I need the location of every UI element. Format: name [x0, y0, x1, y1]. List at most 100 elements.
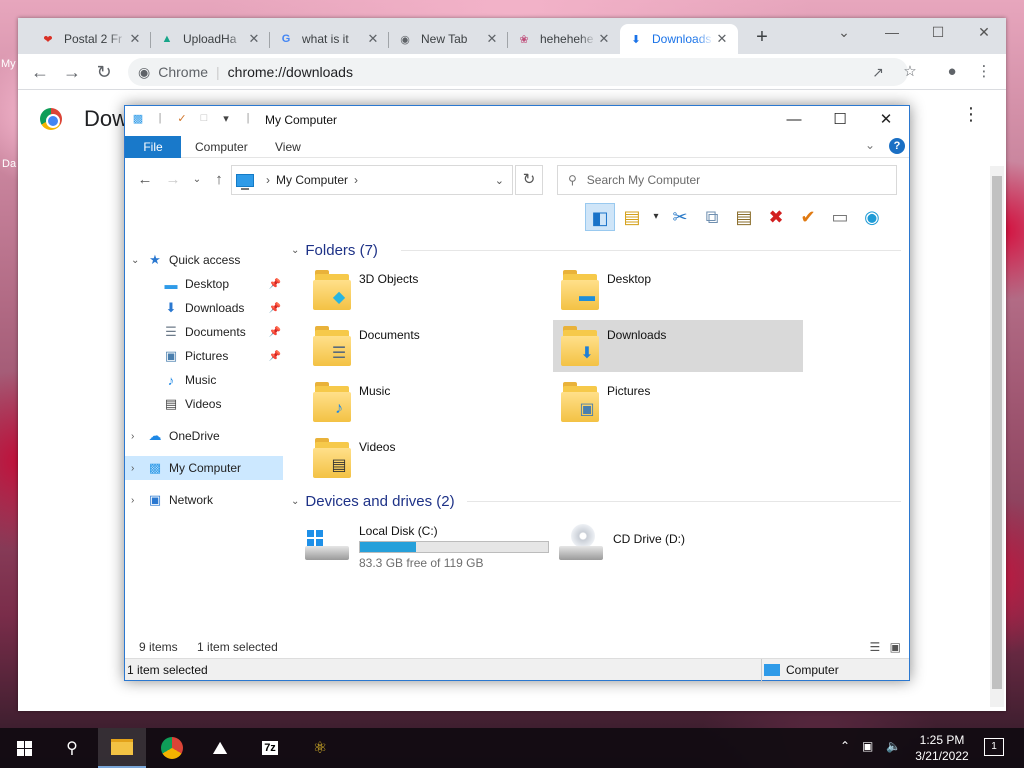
- network-icon[interactable]: ▣: [862, 739, 873, 753]
- back-icon[interactable]: ←: [28, 60, 52, 84]
- desktop-icon-label[interactable]: My: [1, 58, 16, 70]
- nav-pictures[interactable]: ▣ Pictures 📌: [125, 344, 283, 368]
- bookmark-star-icon[interactable]: ☆: [898, 60, 922, 84]
- customize-quick-access-icon[interactable]: ▾: [217, 112, 235, 128]
- drive-cd[interactable]: CD Drive (D:): [559, 524, 685, 564]
- tab-close-icon[interactable]: ✕: [596, 31, 612, 47]
- ribbon-tab-view[interactable]: View: [261, 136, 315, 158]
- new-folder-icon[interactable]: □: [195, 112, 213, 128]
- taskbar-file-explorer[interactable]: [98, 728, 146, 768]
- share-icon[interactable]: ↗: [866, 60, 890, 84]
- folder-music[interactable]: ♪ Music: [305, 376, 555, 428]
- reload-icon[interactable]: ↻: [92, 60, 116, 84]
- nav-quick-access[interactable]: ⌄ ★ Quick access: [125, 248, 283, 272]
- taskbar-game[interactable]: ⚛: [296, 728, 344, 768]
- maximize-button[interactable]: ☐: [817, 106, 863, 134]
- paste-icon[interactable]: ▤: [729, 203, 759, 231]
- expand-chevron-icon[interactable]: ›: [131, 495, 143, 506]
- folder-documents[interactable]: ☰ Documents: [305, 320, 555, 372]
- chrome-menu-icon[interactable]: ⋮: [972, 60, 996, 84]
- scrollbar-thumb[interactable]: [992, 176, 1002, 689]
- search-box[interactable]: ⚲ Search My Computer: [557, 165, 897, 195]
- breadcrumb-chevron-icon[interactable]: ›: [266, 173, 270, 187]
- explorer-titlebar[interactable]: ▩ | ✓ □ ▾ | My Computer — ☐ ✕: [125, 106, 909, 134]
- folder-videos[interactable]: ▤ Videos: [305, 432, 555, 484]
- nav-onedrive[interactable]: › ☁ OneDrive: [125, 424, 283, 448]
- dropdown-icon[interactable]: ▾: [649, 203, 663, 231]
- collapse-chevron-icon[interactable]: ⌄: [291, 245, 299, 256]
- folder-3d-objects[interactable]: ◆ 3D Objects: [305, 264, 555, 316]
- properties-icon[interactable]: ✓: [173, 112, 191, 128]
- address-dropdown-icon[interactable]: ⌄: [495, 174, 504, 187]
- minimize-button[interactable]: —: [771, 106, 817, 134]
- forward-icon[interactable]: →: [163, 170, 183, 190]
- expand-chevron-icon[interactable]: ›: [131, 463, 143, 474]
- tab-close-icon[interactable]: ✕: [127, 31, 143, 47]
- tab-0[interactable]: ❤ Postal 2 Fr ✕: [32, 24, 151, 54]
- volume-icon[interactable]: 🔈: [886, 739, 901, 753]
- pin-icon[interactable]: 📌: [269, 351, 281, 362]
- taskbar-7zip[interactable]: 7z: [246, 728, 294, 768]
- scrollbar[interactable]: [990, 166, 1004, 707]
- pin-icon[interactable]: 📌: [269, 279, 281, 290]
- expand-ribbon-icon[interactable]: ⌄: [865, 138, 875, 152]
- tab-close-icon[interactable]: ✕: [246, 31, 262, 47]
- properties-icon[interactable]: ▤: [617, 203, 647, 231]
- delete-icon[interactable]: ✖: [761, 203, 791, 231]
- start-button[interactable]: [0, 728, 48, 768]
- refresh-icon[interactable]: ↻: [515, 165, 543, 195]
- nav-music[interactable]: ♪ Music: [125, 368, 283, 392]
- collapse-chevron-icon[interactable]: ⌄: [291, 496, 299, 507]
- pin-icon[interactable]: 📌: [269, 303, 281, 314]
- tab-1[interactable]: ▲ UploadHa ✕: [151, 24, 270, 54]
- address-bar[interactable]: › My Computer › ⌄: [231, 165, 513, 195]
- cut-icon[interactable]: ✂: [665, 203, 695, 231]
- tab-close-icon[interactable]: ✕: [714, 31, 730, 47]
- preview-pane-icon[interactable]: ◧: [585, 203, 615, 231]
- omnibox[interactable]: ◉ Chrome | chrome://downloads: [128, 58, 908, 86]
- nav-videos[interactable]: ▤ Videos: [125, 392, 283, 416]
- folder-pictures[interactable]: ▣ Pictures: [553, 376, 803, 428]
- minimize-button[interactable]: —: [880, 24, 904, 48]
- nav-network[interactable]: › ▣ Network: [125, 488, 283, 512]
- omnibox-url[interactable]: chrome://downloads: [228, 64, 353, 80]
- tab-3[interactable]: ◉ New Tab ✕: [389, 24, 508, 54]
- back-icon[interactable]: ←: [135, 170, 155, 190]
- collapse-chevron-icon[interactable]: ⌄: [131, 255, 143, 266]
- folder-downloads[interactable]: ⬇ Downloads: [553, 320, 803, 372]
- nav-documents[interactable]: ☰ Documents 📌: [125, 320, 283, 344]
- tab-2[interactable]: Gwhat is it ✕: [270, 24, 389, 54]
- copy-icon[interactable]: ⧉: [697, 203, 727, 231]
- downloads-menu-icon[interactable]: ⋮: [962, 104, 980, 125]
- checkmark-icon[interactable]: ✔: [793, 203, 823, 231]
- large-icons-view-icon[interactable]: ▣: [890, 640, 901, 654]
- maximize-button[interactable]: ☐: [926, 24, 950, 48]
- expand-chevron-icon[interactable]: ›: [131, 431, 143, 442]
- help-icon[interactable]: ?: [889, 138, 905, 154]
- search-placeholder[interactable]: Search My Computer: [587, 173, 700, 187]
- drive-local-disk[interactable]: Local Disk (C:) 83.3 GB free of 119 GB: [305, 524, 549, 570]
- ribbon-tab-file[interactable]: File: [125, 136, 181, 158]
- tab-4[interactable]: ❀ hehehehe ✕: [508, 24, 620, 54]
- ribbon-tab-computer[interactable]: Computer: [181, 136, 262, 158]
- pin-icon[interactable]: 📌: [269, 327, 281, 338]
- nav-my-computer[interactable]: › ▩ My Computer: [125, 456, 283, 480]
- profile-avatar-icon[interactable]: ●: [940, 60, 964, 84]
- notification-center-icon[interactable]: 1: [984, 738, 1004, 756]
- show-hidden-icons-icon[interactable]: ⌃: [840, 739, 850, 753]
- tab-close-icon[interactable]: ✕: [365, 31, 381, 47]
- clock[interactable]: 1:25 PM 3/21/2022: [904, 732, 980, 764]
- nav-downloads[interactable]: ⬇ Downloads 📌: [125, 296, 283, 320]
- breadcrumb[interactable]: My Computer: [276, 173, 348, 187]
- desktop-icon-label[interactable]: Da: [2, 158, 16, 170]
- search-icon[interactable]: ⚲: [48, 728, 96, 768]
- drives-group-header[interactable]: ⌄ Devices and drives (2): [291, 493, 901, 510]
- network-globe-icon[interactable]: ◉: [857, 203, 887, 231]
- nav-desktop[interactable]: ▬ Desktop 📌: [125, 272, 283, 296]
- details-view-icon[interactable]: ☰: [870, 640, 881, 654]
- close-button[interactable]: ✕: [972, 24, 996, 48]
- taskbar-photos[interactable]: ⛰: [196, 728, 244, 768]
- recent-locations-icon[interactable]: ⌄: [187, 170, 207, 190]
- rename-icon[interactable]: ▭: [825, 203, 855, 231]
- new-tab-button[interactable]: +: [750, 26, 774, 49]
